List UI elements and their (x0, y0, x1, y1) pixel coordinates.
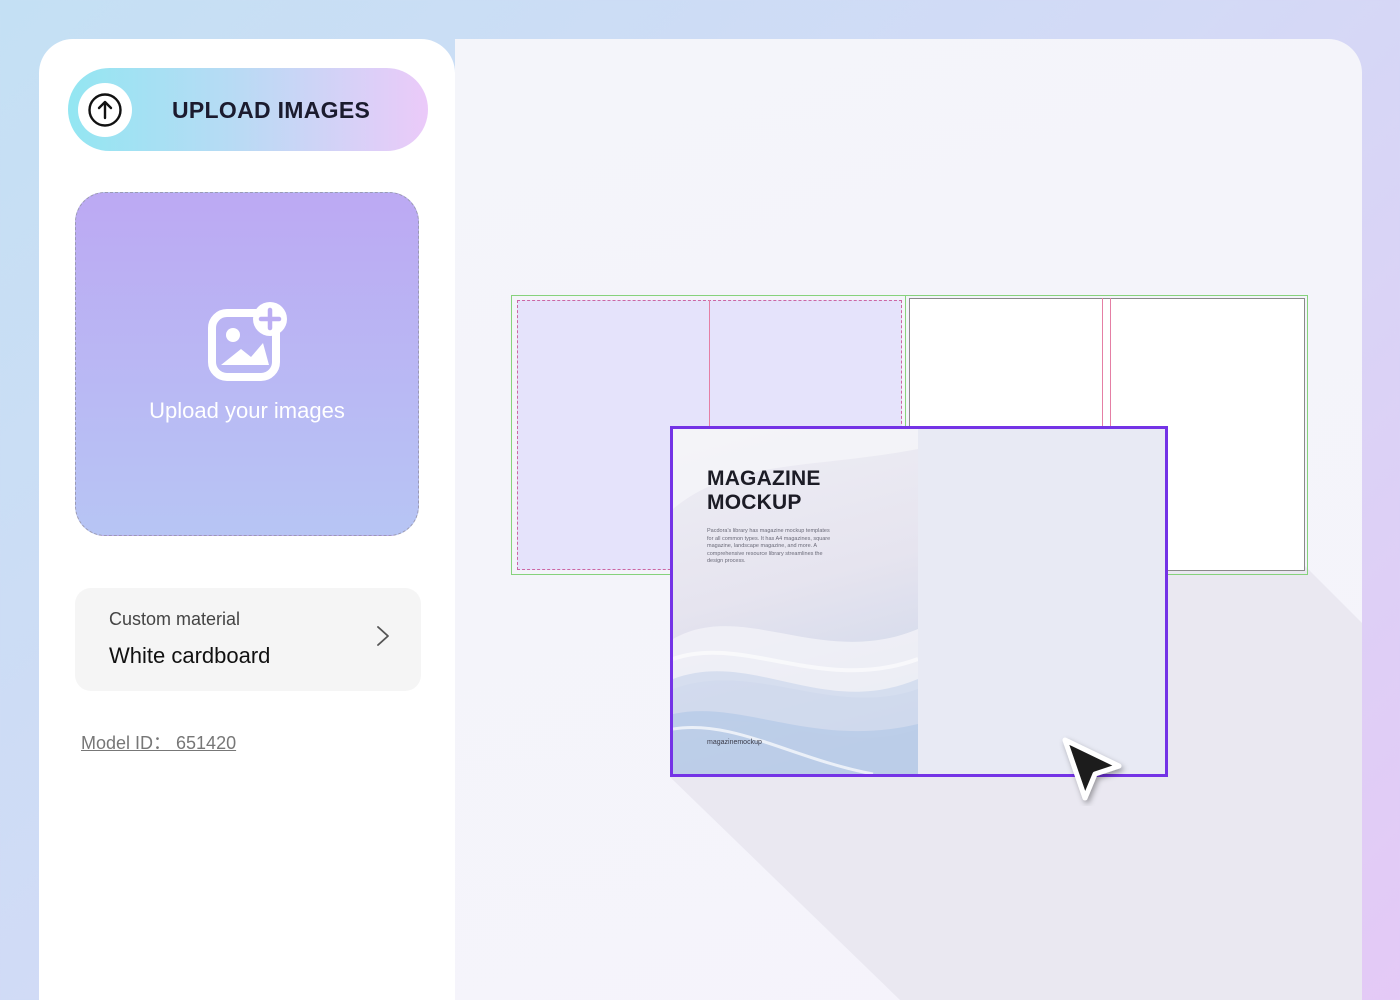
magazine-description: Pacdora's library has magazine mockup te… (707, 528, 831, 564)
chevron-right-icon (377, 626, 389, 646)
preview-canvas: MAGAZINE MOCKUP Pacdora's library has ma… (455, 39, 1362, 1000)
left-panel: UPLOAD IMAGES Upload your images Custom … (39, 39, 455, 1000)
material-caption: Custom material (109, 609, 241, 629)
material-value: White cardboard (109, 643, 271, 668)
image-dropzone[interactable]: Upload your images (75, 192, 419, 536)
magazine-preview[interactable]: MAGAZINE MOCKUP Pacdora's library has ma… (670, 426, 1168, 777)
add-image-icon (207, 299, 291, 383)
magazine-cover: MAGAZINE MOCKUP Pacdora's library has ma… (673, 429, 918, 774)
magazine-title-line1: MAGAZINE (707, 467, 821, 490)
dropzone-text: Upload your images (149, 398, 345, 423)
magazine-footer: magazinemockup (707, 739, 762, 746)
cursor-arrow-icon (1062, 737, 1122, 801)
magazine-title-line2: MOCKUP (707, 491, 802, 514)
upload-images-button[interactable]: UPLOAD IMAGES (68, 68, 428, 151)
upload-images-label: UPLOAD IMAGES (172, 97, 371, 123)
custom-material-selector[interactable]: Custom material White cardboard (75, 588, 421, 691)
arrow-up-circle-icon (88, 93, 122, 127)
model-id-link[interactable]: Model ID： 651420 (81, 729, 236, 755)
upload-icon-circle (78, 83, 132, 137)
magazine-title: MAGAZINE MOCKUP (707, 467, 821, 515)
